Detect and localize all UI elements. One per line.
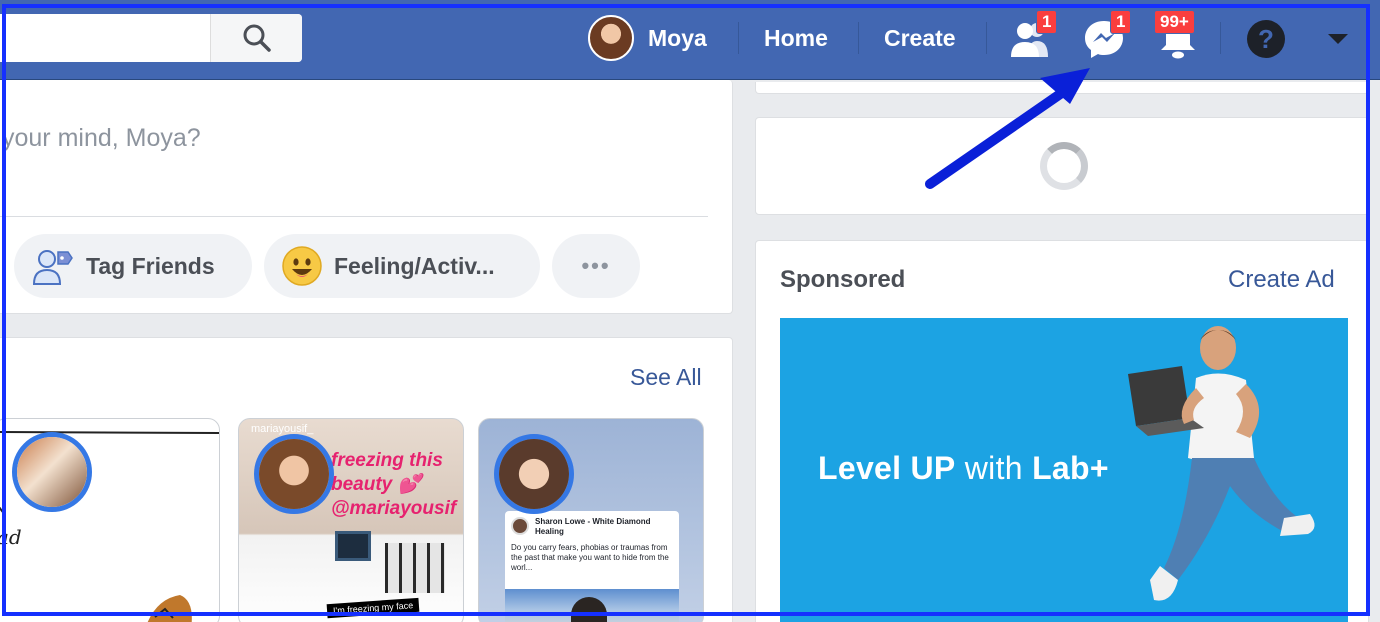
profile-name: Moya xyxy=(648,24,707,51)
create-label: Create xyxy=(884,24,956,51)
nav-divider xyxy=(986,22,987,54)
account-menu-button[interactable] xyxy=(1314,18,1362,60)
nav-divider xyxy=(858,22,859,54)
messages-badge: 1 xyxy=(1110,10,1132,34)
story-sticker: I'm freezing my face xyxy=(326,597,420,619)
nav-divider xyxy=(738,22,739,54)
story-handwriting: ad xyxy=(0,525,22,549)
story-shelf-shape xyxy=(385,543,445,593)
help-icon: ? xyxy=(1247,20,1285,58)
post-author-avatar xyxy=(511,517,529,535)
notifications-button[interactable]: 99+ xyxy=(1154,10,1202,60)
tag-friends-icon xyxy=(32,250,73,285)
post-image xyxy=(505,589,679,622)
messenger-button[interactable]: 1 xyxy=(1080,10,1132,60)
right-card-top xyxy=(755,82,1369,94)
nav-divider xyxy=(1220,22,1221,54)
friend-requests-badge: 1 xyxy=(1036,10,1058,34)
top-navigation-bar: Moya Home Create 1 1 99+ ? xyxy=(0,0,1380,80)
story-avatar xyxy=(494,434,574,514)
post-author: Sharon Lowe - White Diamond Healing xyxy=(535,517,651,536)
story-username: mariayousif_ xyxy=(251,423,314,435)
home-link[interactable]: Home xyxy=(764,16,828,60)
more-label: ••• xyxy=(581,253,611,278)
smiley-icon xyxy=(282,246,322,286)
home-label: Home xyxy=(764,24,828,51)
post-text: Do you carry fears, phobias or traumas f… xyxy=(511,543,669,572)
feeling-label: Feeling/Activ... xyxy=(334,252,495,279)
avatar xyxy=(588,15,634,61)
story-tv-shape xyxy=(335,531,371,561)
feeling-activity-button[interactable]: Feeling/Activ... xyxy=(264,234,540,298)
profile-link[interactable]: Moya xyxy=(588,15,707,61)
search-input[interactable] xyxy=(0,14,210,62)
facebook-screen: Moya Home Create 1 1 99+ ? your mind, Mo… xyxy=(0,0,1380,622)
svg-text:?: ? xyxy=(1258,24,1274,54)
create-ad-link[interactable]: Create Ad xyxy=(1228,266,1335,294)
tag-friends-label: Tag Friends xyxy=(86,252,215,279)
story-avatar xyxy=(254,434,334,514)
story-avatar xyxy=(12,432,92,512)
tag-friends-button[interactable]: Tag Friends xyxy=(14,234,252,298)
caret-down-icon xyxy=(1328,34,1348,44)
search-icon xyxy=(243,24,271,52)
search-button[interactable] xyxy=(210,14,302,62)
see-all-link[interactable]: See All xyxy=(630,364,702,391)
friend-requests-button[interactable]: 1 xyxy=(1006,10,1058,60)
help-button[interactable]: ? xyxy=(1242,18,1290,60)
sponsored-title: Sponsored xyxy=(780,266,906,293)
ad-person-illustration xyxy=(1128,326,1315,601)
composer-divider xyxy=(0,216,708,217)
composer-prompt[interactable]: your mind, Moya? xyxy=(2,124,201,153)
search-box xyxy=(0,14,302,62)
loading-spinner-icon xyxy=(1040,142,1088,190)
notifications-badge: 99+ xyxy=(1154,10,1195,34)
more-options-button[interactable]: ••• xyxy=(552,234,640,298)
story-caption: freezing this beauty 💕 @mariayousif xyxy=(331,450,457,519)
shared-post-preview: Sharon Lowe - White Diamond Healing Do y… xyxy=(505,511,679,622)
ad-image[interactable]: Level UP with Lab+ xyxy=(780,318,1348,622)
create-link[interactable]: Create xyxy=(884,16,956,60)
